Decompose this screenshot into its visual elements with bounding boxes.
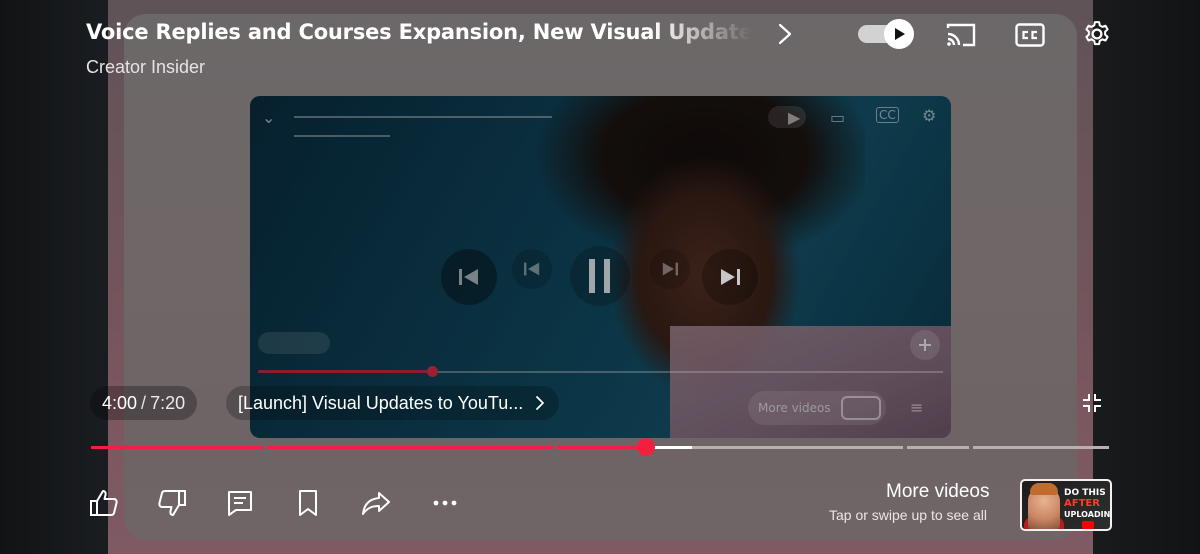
comments-button[interactable] — [224, 487, 256, 519]
more-videos-thumbnail[interactable]: DO THIS AFTER UPLOADING — [1020, 479, 1112, 531]
duration: 7:20 — [150, 392, 186, 413]
like-button[interactable] — [88, 487, 120, 519]
cast-icon[interactable] — [944, 20, 978, 50]
thumbnail-hair — [1030, 483, 1058, 495]
seek-segment-played — [557, 446, 646, 449]
seek-segment-track — [907, 446, 969, 449]
seek-segment-track — [973, 446, 1109, 449]
youtube-logo-icon — [1082, 521, 1094, 529]
channel-name[interactable]: Creator Insider — [86, 57, 205, 78]
title-expand-chevron-right-icon[interactable] — [774, 22, 796, 46]
seek-scrubber[interactable] — [637, 438, 655, 456]
current-time: 4:00 — [102, 392, 138, 413]
more-videos-title[interactable]: More videos — [886, 481, 990, 503]
dislike-button[interactable] — [156, 487, 188, 519]
more-videos-subtitle: Tap or swipe up to see all — [829, 507, 987, 523]
captions-icon[interactable] — [1014, 20, 1046, 50]
settings-icon[interactable] — [1081, 18, 1113, 50]
thumbnail-text-3: UPLOADING — [1064, 510, 1112, 519]
chapter-title: [Launch] Visual Updates to YouTu... — [238, 392, 524, 413]
time-display[interactable]: 4:00 / 7:20 — [90, 386, 198, 420]
seek-segment-played — [91, 446, 263, 449]
save-button[interactable] — [292, 487, 324, 519]
video-title[interactable]: Voice Replies and Courses Expansion, New… — [86, 20, 752, 50]
autoplay-play-icon — [884, 19, 914, 49]
chapter-chevron-right-icon — [536, 396, 545, 410]
time-separator: / — [141, 392, 147, 413]
more-actions-button[interactable] — [429, 487, 461, 519]
seek-bar[interactable] — [91, 445, 1109, 449]
share-button[interactable] — [360, 487, 392, 519]
autoplay-toggle[interactable] — [858, 19, 914, 49]
chapter-chip[interactable]: [Launch] Visual Updates to YouTu... — [226, 386, 560, 420]
thumbnail-text-1: DO THIS — [1064, 488, 1106, 498]
thumbnail-text-2: AFTER — [1064, 498, 1100, 509]
controls-scrim — [0, 0, 1200, 554]
seek-segment-played — [267, 446, 553, 449]
exit-fullscreen-icon[interactable] — [1081, 392, 1103, 414]
seek-segment-track — [692, 446, 903, 449]
